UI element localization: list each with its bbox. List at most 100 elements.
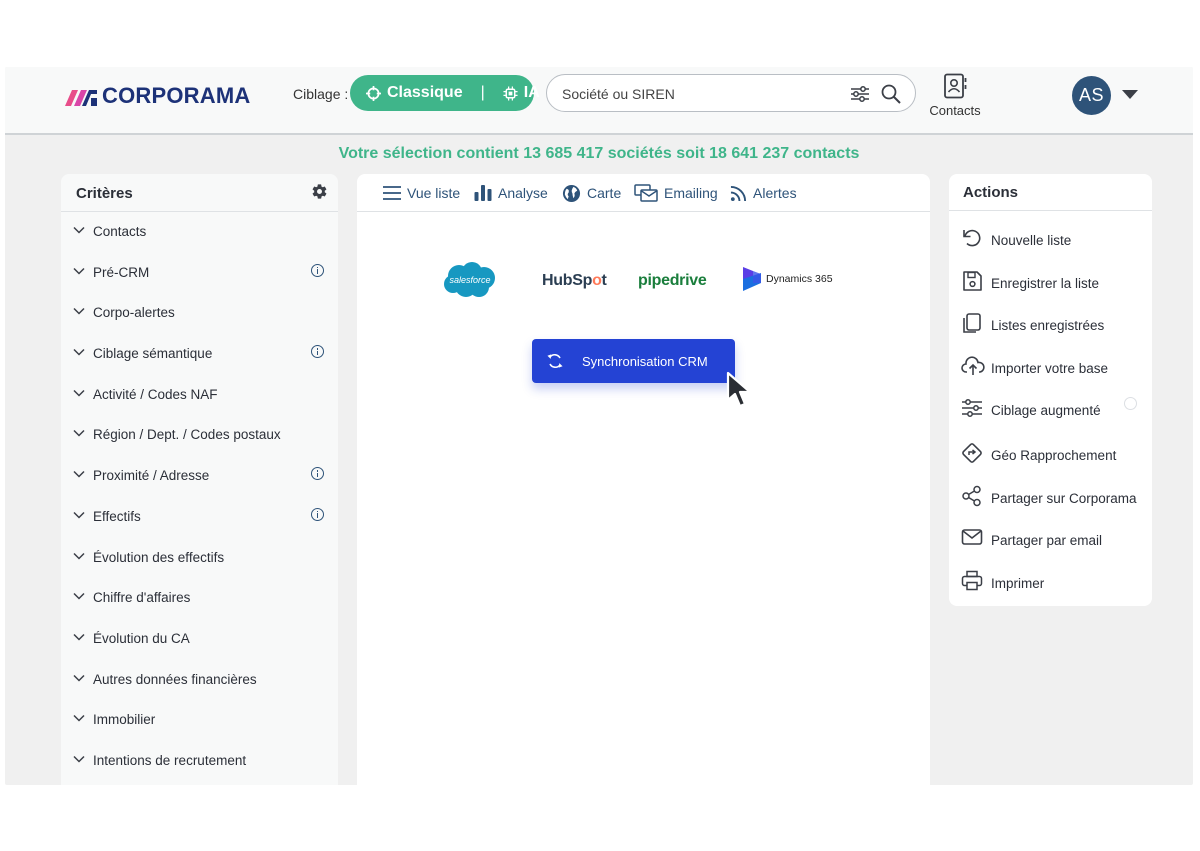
contacts-nav-label: Contacts: [929, 103, 981, 118]
cloud-upload-icon: [961, 356, 985, 375]
chevron-down-icon: [73, 715, 85, 722]
action-listes-enregistrees[interactable]: Listes enregistrées: [961, 312, 1146, 336]
sync-crm-button-label: Synchronisation CRM: [582, 353, 708, 369]
corporama-logo[interactable]: CORPORAMA: [65, 83, 250, 108]
criteria-item[interactable]: Pré-CRM: [61, 253, 338, 294]
chevron-down-icon: [73, 430, 85, 437]
salesforce-logo: salesforce: [444, 262, 495, 297]
criteria-item-label: Proximité / Adresse: [93, 468, 210, 484]
contacts-nav-button[interactable]: Contacts: [925, 73, 985, 123]
directions-icon: [962, 443, 982, 463]
chevron-down-icon: [73, 471, 85, 478]
search-box: [546, 74, 916, 112]
criteria-item-label: Ciblage sémantique: [93, 346, 213, 362]
criteria-item[interactable]: Ciblage sémantique: [61, 334, 338, 375]
search-icon[interactable]: [880, 83, 902, 105]
chevron-down-icon: [73, 226, 85, 234]
chevron-down-icon: [73, 552, 85, 560]
criteria-item-label: Région / Dept. / Codes postaux: [93, 427, 281, 443]
criteria-item[interactable]: Effectifs: [61, 497, 338, 538]
criteria-item[interactable]: Évolution des effectifs: [61, 538, 338, 579]
action-partager-corporama-label: Partager sur Corporama: [991, 491, 1137, 506]
chevron-down-icon: [73, 267, 85, 275]
criteria-item[interactable]: Intentions de recrutement: [61, 741, 338, 782]
action-imprimer-label: Imprimer: [991, 576, 1045, 591]
crm-logos: salesforce HubSpot pipedrive Dynamics 36…: [442, 260, 842, 304]
criteria-item[interactable]: Évolution du CA: [61, 619, 338, 660]
criteria-panel: Critères Contacts Pré-CRM Corpo-alertes Cib…: [61, 174, 338, 785]
search-input[interactable]: [562, 84, 832, 104]
action-partager-email-label: Partager par email: [991, 533, 1103, 548]
criteria-item[interactable]: Activité / Codes NAF: [61, 375, 338, 416]
actions-header: Actions: [949, 174, 1152, 211]
ciblage-option-ia-label: IA: [523, 84, 540, 101]
criteria-item-label: Intentions de recrutement: [93, 752, 247, 768]
criteria-item[interactable]: Immobilier: [61, 700, 338, 741]
criteria-item[interactable]: Région / Dept. / Codes postaux: [61, 415, 338, 456]
tab-vue-liste[interactable]: Vue liste: [383, 174, 460, 212]
ciblage-option-classique[interactable]: Classique: [366, 84, 463, 102]
tab-alertes[interactable]: Alertes: [730, 174, 797, 212]
printer-icon: [961, 570, 983, 591]
criteria-item[interactable]: Proximité / Adresse: [61, 456, 338, 497]
criteria-item-label: Chiffre d'affaires: [93, 590, 191, 606]
info-icon[interactable]: [1124, 397, 1137, 410]
info-icon[interactable]: [311, 345, 324, 359]
gear-icon[interactable]: [311, 183, 328, 200]
bar-chart-icon: [474, 185, 492, 201]
action-geo-rapprochement[interactable]: Géo Rapprochement: [961, 442, 1146, 466]
tab-carte-label: Carte: [587, 185, 622, 201]
criteria-item[interactable]: Corpo-alertes: [61, 293, 338, 334]
criteria-title: Critères: [76, 185, 133, 202]
tab-emailing[interactable]: Emailing: [634, 174, 718, 212]
action-importer-base[interactable]: Importer votre base: [961, 355, 1146, 379]
undo-icon: [963, 229, 981, 247]
salesforce-logo-text: salesforce: [449, 275, 490, 285]
action-importer-base-label: Importer votre base: [991, 361, 1109, 376]
ciblage-option-classique-label: Classique: [387, 84, 463, 101]
top-header: CORPORAMA Ciblage : Classique | IA Socié…: [5, 67, 1193, 135]
criteria-list: Contacts Pré-CRM Corpo-alertes Ciblage séma…: [61, 212, 338, 782]
chevron-down-icon: [73, 349, 85, 356]
action-ciblage-augmente[interactable]: Ciblage augmenté: [961, 397, 1146, 421]
action-imprimer[interactable]: Imprimer: [961, 570, 1146, 594]
action-partager-corporama[interactable]: Partager sur Corporama: [961, 485, 1146, 509]
tab-analyse[interactable]: Analyse: [474, 174, 548, 212]
rss-icon: [730, 185, 747, 201]
criteria-header: Critères: [61, 174, 338, 212]
dynamics-365-label: Dynamics 365: [766, 273, 833, 285]
ciblage-option-ia[interactable]: IA: [503, 84, 540, 102]
user-avatar[interactable]: AS: [1072, 76, 1111, 115]
criteria-item-label: Pré-CRM: [93, 264, 150, 280]
action-nouvelle-liste-label: Nouvelle liste: [991, 233, 1072, 248]
info-icon[interactable]: [311, 467, 324, 481]
actions-panel: Actions Nouvelle liste Enregistrer la li…: [949, 174, 1152, 606]
chevron-down-icon[interactable]: [1122, 90, 1138, 99]
dynamics-logo-mark: [743, 267, 761, 291]
sliders-icon: [962, 399, 982, 417]
view-tabs: Vue liste Analyse Carte Emailing Alertes: [357, 174, 930, 212]
tab-analyse-label: Analyse: [498, 185, 548, 201]
filter-sliders-icon[interactable]: [850, 84, 870, 104]
action-nouvelle-liste[interactable]: Nouvelle liste: [961, 227, 1146, 251]
ciblage-separator: |: [480, 84, 485, 101]
tab-carte[interactable]: Carte: [562, 174, 621, 212]
action-enregistrer-liste[interactable]: Enregistrer la liste: [961, 270, 1146, 294]
tab-emailing-label: Emailing: [664, 185, 718, 201]
criteria-item-label: Corpo-alertes: [93, 305, 175, 321]
criteria-item[interactable]: Contacts: [61, 212, 338, 253]
info-icon[interactable]: [311, 507, 324, 521]
actions-title: Actions: [963, 184, 1019, 201]
corporama-logo-mark: [65, 90, 97, 106]
criteria-item[interactable]: Autres données financières: [61, 660, 338, 701]
tab-alertes-label: Alertes: [753, 185, 797, 201]
sync-crm-button[interactable]: Synchronisation CRM: [532, 339, 735, 383]
criteria-item-label: Contacts: [93, 224, 147, 239]
ciblage-label: Ciblage :: [293, 86, 349, 102]
info-icon[interactable]: [311, 263, 324, 277]
action-partager-email[interactable]: Partager par email: [961, 527, 1146, 551]
action-ciblage-augmente-label: Ciblage augmenté: [991, 403, 1101, 418]
pipedrive-logo: pipedrive: [638, 272, 707, 289]
criteria-item-label: Autres données financières: [93, 671, 257, 687]
criteria-item[interactable]: Chiffre d'affaires: [61, 578, 338, 619]
